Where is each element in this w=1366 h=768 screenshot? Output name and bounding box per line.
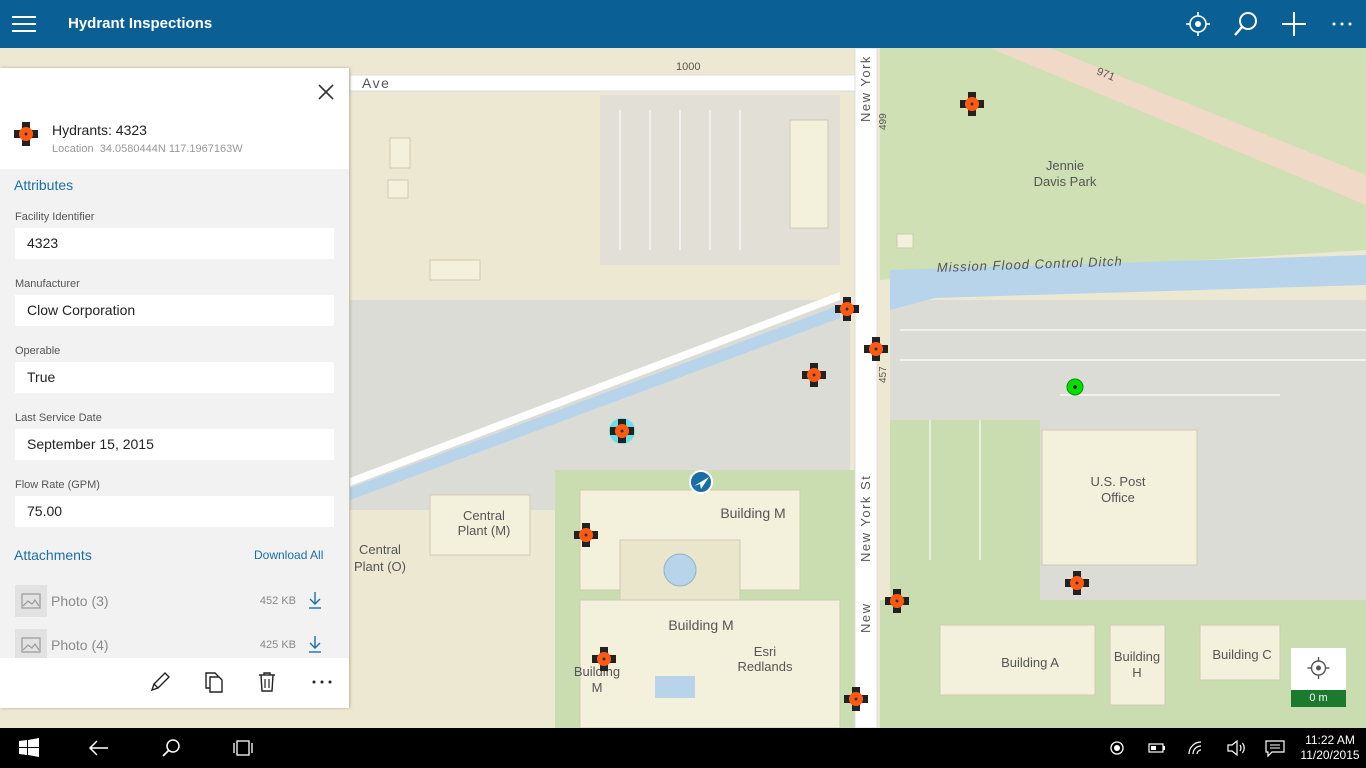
location-value: 34.0580444N 117.1967163W	[99, 143, 243, 155]
clock-time: 11:22 AM	[1305, 733, 1355, 747]
close-icon[interactable]	[314, 80, 338, 104]
field-value-manufacturer[interactable]: Clow Corporation	[15, 295, 334, 326]
edit-pencil-icon[interactable]	[148, 670, 172, 694]
volume-icon[interactable]	[1226, 738, 1248, 758]
label-jennie-2: Davis Park	[1034, 174, 1097, 189]
action-center-icon[interactable]	[1264, 738, 1286, 758]
location-label: Location	[52, 143, 94, 155]
hamburger-menu-icon[interactable]	[12, 14, 36, 34]
label-building-a: Building A	[1001, 655, 1059, 670]
add-icon[interactable]	[1280, 10, 1308, 38]
battery-icon[interactable]	[1146, 738, 1168, 758]
feature-title: Hydrants: 4323	[52, 122, 147, 138]
attachments-heading: Attachments	[14, 547, 92, 563]
search-icon[interactable]	[1232, 10, 1260, 38]
navigation-arrow-icon	[689, 470, 713, 494]
more-options-icon[interactable]	[310, 670, 334, 694]
clock-date: 11/20/2015	[1300, 748, 1360, 762]
label-building-m: Building M	[720, 505, 785, 521]
field-value-facility-identifier[interactable]: 4323	[15, 228, 334, 259]
label-ave: Ave	[362, 75, 390, 91]
attachment-size: 425 KB	[259, 639, 296, 651]
windows-start-icon[interactable]	[18, 738, 40, 758]
copy-icon[interactable]	[202, 670, 226, 694]
label-jennie-1: Jennie	[1046, 158, 1084, 173]
system-clock[interactable]: 11:22 AM 11/20/2015	[1296, 733, 1364, 763]
gps-location-icon	[1066, 378, 1084, 396]
label-building-c: Building C	[1212, 647, 1271, 662]
label-esri-2: Redlands	[738, 659, 793, 674]
label-central-m-2: Plant (M)	[458, 523, 511, 538]
label-new-york-st-lower: New	[858, 602, 873, 633]
record-icon[interactable]	[1106, 738, 1128, 758]
field-label-facility-identifier: Facility Identifier	[15, 211, 95, 223]
download-all-link[interactable]: Download All	[254, 548, 323, 562]
label-post-2: Office	[1101, 490, 1135, 505]
search-icon[interactable]	[160, 738, 182, 758]
label-central-m-1: Central	[463, 508, 505, 523]
field-label-manufacturer: Manufacturer	[15, 278, 80, 290]
attachment-item[interactable]: Photo (3) 452 KB	[0, 583, 349, 619]
taskbar: 11:22 AM 11/20/2015	[0, 728, 1366, 768]
panel-header: Hydrants: 4323 Location 34.0580444N 117.…	[0, 68, 349, 169]
locate-button[interactable]	[1291, 648, 1346, 690]
scale-indicator: 0 m	[1291, 690, 1346, 707]
image-thumbnail-icon	[15, 629, 47, 661]
attachment-size: 452 KB	[259, 595, 296, 607]
app-bar: Hydrant Inspections	[0, 0, 1366, 48]
crosshair-icon	[1307, 657, 1330, 679]
label-central-o-2: Plant (O)	[354, 559, 406, 574]
field-label-last-service-date: Last Service Date	[15, 412, 102, 424]
label-457: 457	[878, 366, 889, 383]
more-icon[interactable]	[1328, 10, 1356, 38]
back-arrow-icon[interactable]	[88, 738, 110, 758]
label-building-m2: Building M	[668, 617, 733, 633]
field-label-operable: Operable	[15, 345, 61, 357]
label-building-m3-2: M	[592, 680, 603, 695]
download-icon[interactable]	[307, 591, 323, 609]
label-central-o-1: Central	[359, 542, 401, 557]
field-value-operable[interactable]: True	[15, 362, 334, 393]
label-building-h-1: Building	[1114, 649, 1160, 664]
label-1000: 1000	[676, 61, 700, 73]
wifi-icon[interactable]	[1186, 738, 1208, 758]
label-post-1: U.S. Post	[1091, 474, 1146, 489]
label-esri-1: Esri	[754, 644, 777, 659]
attachment-name: Photo (4)	[51, 637, 109, 653]
image-thumbnail-icon	[15, 585, 47, 617]
command-bar	[0, 658, 349, 708]
attachment-name: Photo (3)	[51, 593, 109, 609]
label-building-h-2: H	[1132, 665, 1141, 680]
label-building-m3-1: Building	[574, 664, 620, 679]
locate-icon[interactable]	[1184, 10, 1212, 38]
label-new-york-top: New York	[858, 55, 873, 122]
delete-trash-icon[interactable]	[255, 670, 279, 694]
field-label-flow-rate: Flow Rate (GPM)	[15, 479, 100, 491]
label-499: 499	[878, 113, 889, 130]
download-icon[interactable]	[307, 635, 323, 653]
feature-location: Location 34.0580444N 117.1967163W	[52, 143, 243, 155]
attributes-heading: Attributes	[14, 177, 74, 193]
field-value-last-service-date[interactable]: September 15, 2015	[15, 429, 334, 460]
hydrant-icon	[14, 122, 38, 146]
field-value-flow-rate[interactable]: 75.00	[15, 496, 334, 527]
task-view-icon[interactable]	[232, 738, 254, 758]
feature-panel: Hydrants: 4323 Location 34.0580444N 117.…	[0, 68, 349, 708]
label-new-york-st: New York St	[858, 475, 873, 562]
app-title: Hydrant Inspections	[68, 15, 213, 32]
